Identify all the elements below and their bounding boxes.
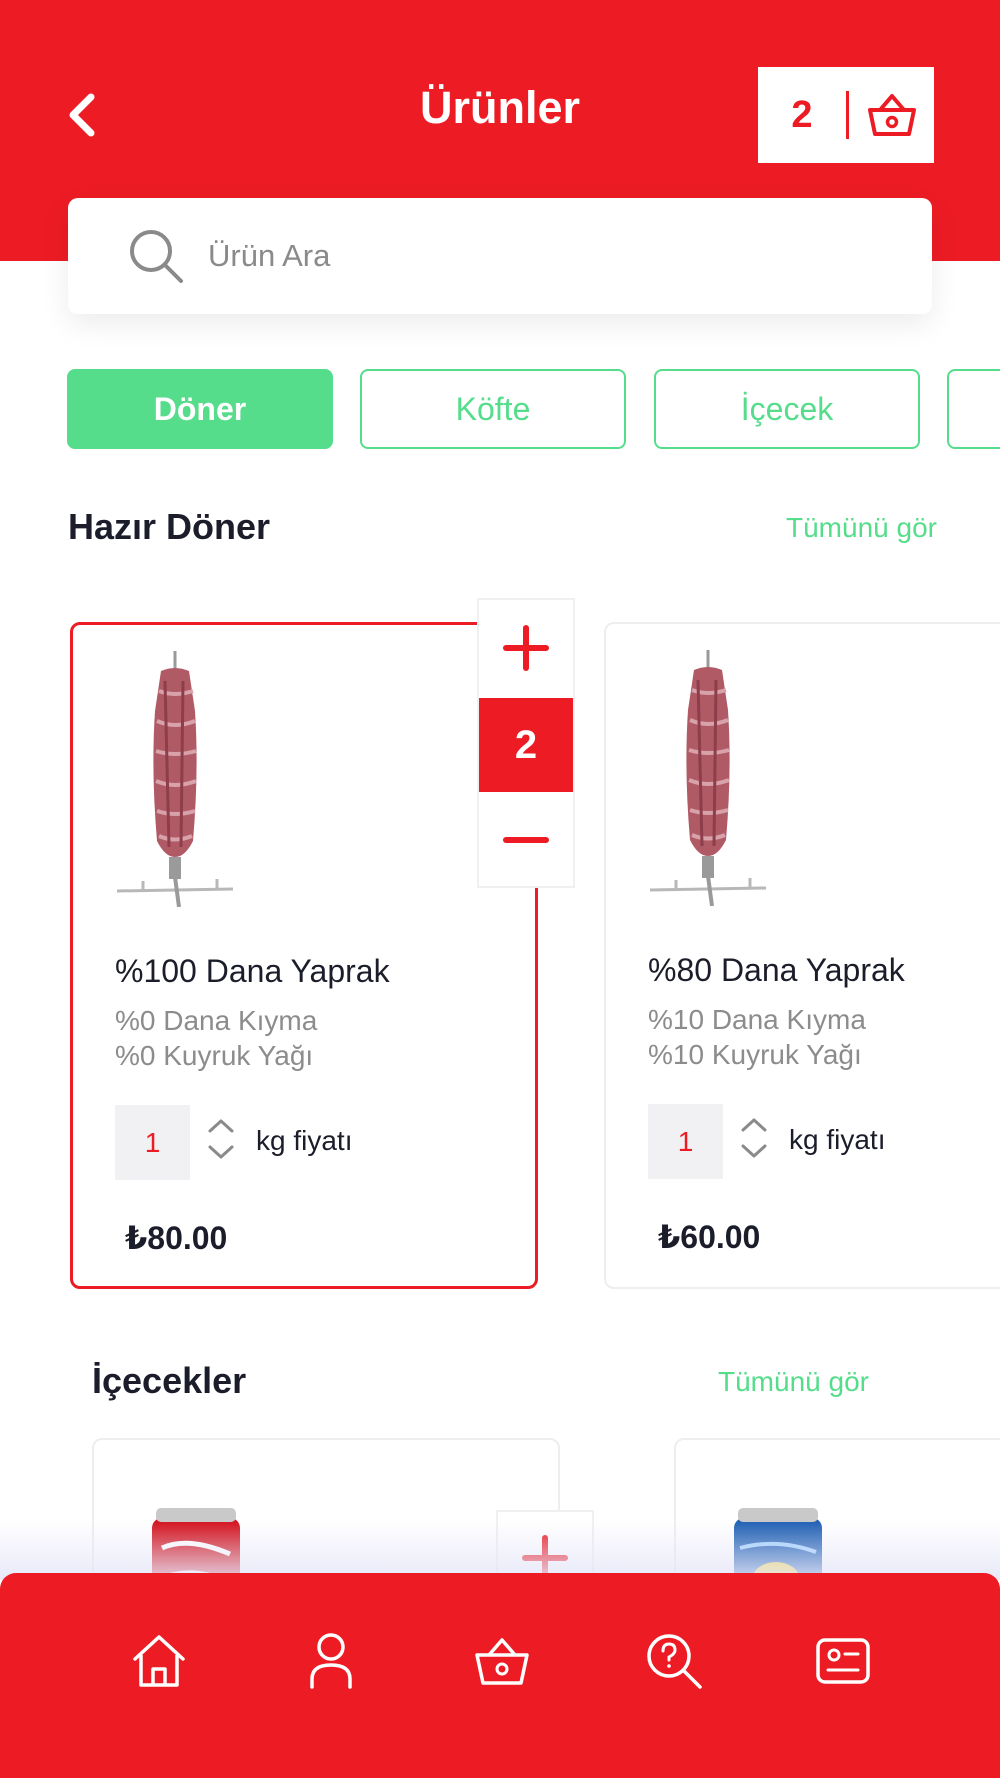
quantity-unit-label: kg fiyatı: [256, 1125, 353, 1156]
see-all-drinks-link[interactable]: Tümünü gör: [718, 1366, 869, 1398]
section-title-drinks: İçecekler: [92, 1360, 247, 1401]
cart-count-badge: 2: [791, 93, 813, 136]
basket-icon: [849, 92, 934, 138]
nav-account-card[interactable]: [807, 1625, 879, 1697]
tab-kofte[interactable]: Köfte: [360, 369, 626, 449]
tab-icecek[interactable]: İçecek: [654, 369, 920, 449]
increase-button[interactable]: [479, 600, 573, 696]
back-button[interactable]: [56, 86, 108, 144]
doner-image: [649, 650, 767, 906]
cart-quantity-count: 2: [479, 698, 573, 792]
quantity-arrows-icon[interactable]: [207, 1117, 235, 1161]
search-bar[interactable]: [68, 198, 932, 314]
nav-profile[interactable]: [295, 1625, 367, 1697]
quantity-stepper: 2: [477, 598, 575, 888]
product-price: ₺60.00: [658, 1219, 761, 1255]
product-card[interactable]: %100 Dana Yaprak %0 Dana Kıyma %0 Kuyruk…: [70, 622, 538, 1289]
home-icon: [133, 1635, 185, 1687]
quantity-arrows-icon[interactable]: [740, 1116, 768, 1160]
profile-card-icon: [816, 1638, 870, 1684]
product-name: %100 Dana Yaprak: [115, 953, 390, 989]
category-tabs: Döner Köfte İçecek: [67, 369, 1000, 449]
quantity-field[interactable]: 1: [115, 1105, 190, 1180]
user-icon: [310, 1633, 352, 1689]
plus-icon: [503, 625, 549, 671]
help-search-icon: [647, 1634, 702, 1689]
nav-help-search[interactable]: [638, 1625, 710, 1697]
product-desc-line2: %10 Kuyruk Yağı: [648, 1039, 862, 1070]
product-name: %80 Dana Yaprak: [648, 952, 905, 988]
product-desc-line1: %0 Dana Kıyma: [115, 1005, 318, 1036]
tab-more[interactable]: [947, 369, 1000, 449]
product-price: ₺80.00: [125, 1220, 228, 1256]
minus-icon: [503, 837, 549, 843]
decrease-button[interactable]: [479, 792, 573, 888]
nav-basket[interactable]: [466, 1625, 538, 1697]
section-title-doner: Hazır Döner: [68, 506, 271, 547]
doner-image: [116, 651, 234, 907]
page-title: Ürünler: [419, 82, 581, 133]
product-desc-line1: %10 Dana Kıyma: [648, 1004, 866, 1035]
quantity-field[interactable]: 1: [648, 1104, 723, 1179]
scroll-fade: [0, 1520, 1000, 1580]
see-all-doner-link[interactable]: Tümünü gör: [786, 512, 937, 544]
basket-icon: [475, 1638, 529, 1685]
search-input[interactable]: [208, 238, 848, 274]
tab-doner[interactable]: Döner: [67, 369, 333, 449]
search-icon: [126, 226, 186, 286]
cart-button[interactable]: 2: [758, 67, 934, 163]
product-card[interactable]: %80 Dana Yaprak %10 Dana Kıyma %10 Kuyru…: [604, 622, 1000, 1289]
bottom-navigation: [0, 1573, 1000, 1778]
product-desc-line2: %0 Kuyruk Yağı: [115, 1040, 314, 1071]
chevron-left-icon: [69, 93, 95, 137]
quantity-unit-label: kg fiyatı: [789, 1124, 886, 1155]
nav-home[interactable]: [123, 1625, 195, 1697]
